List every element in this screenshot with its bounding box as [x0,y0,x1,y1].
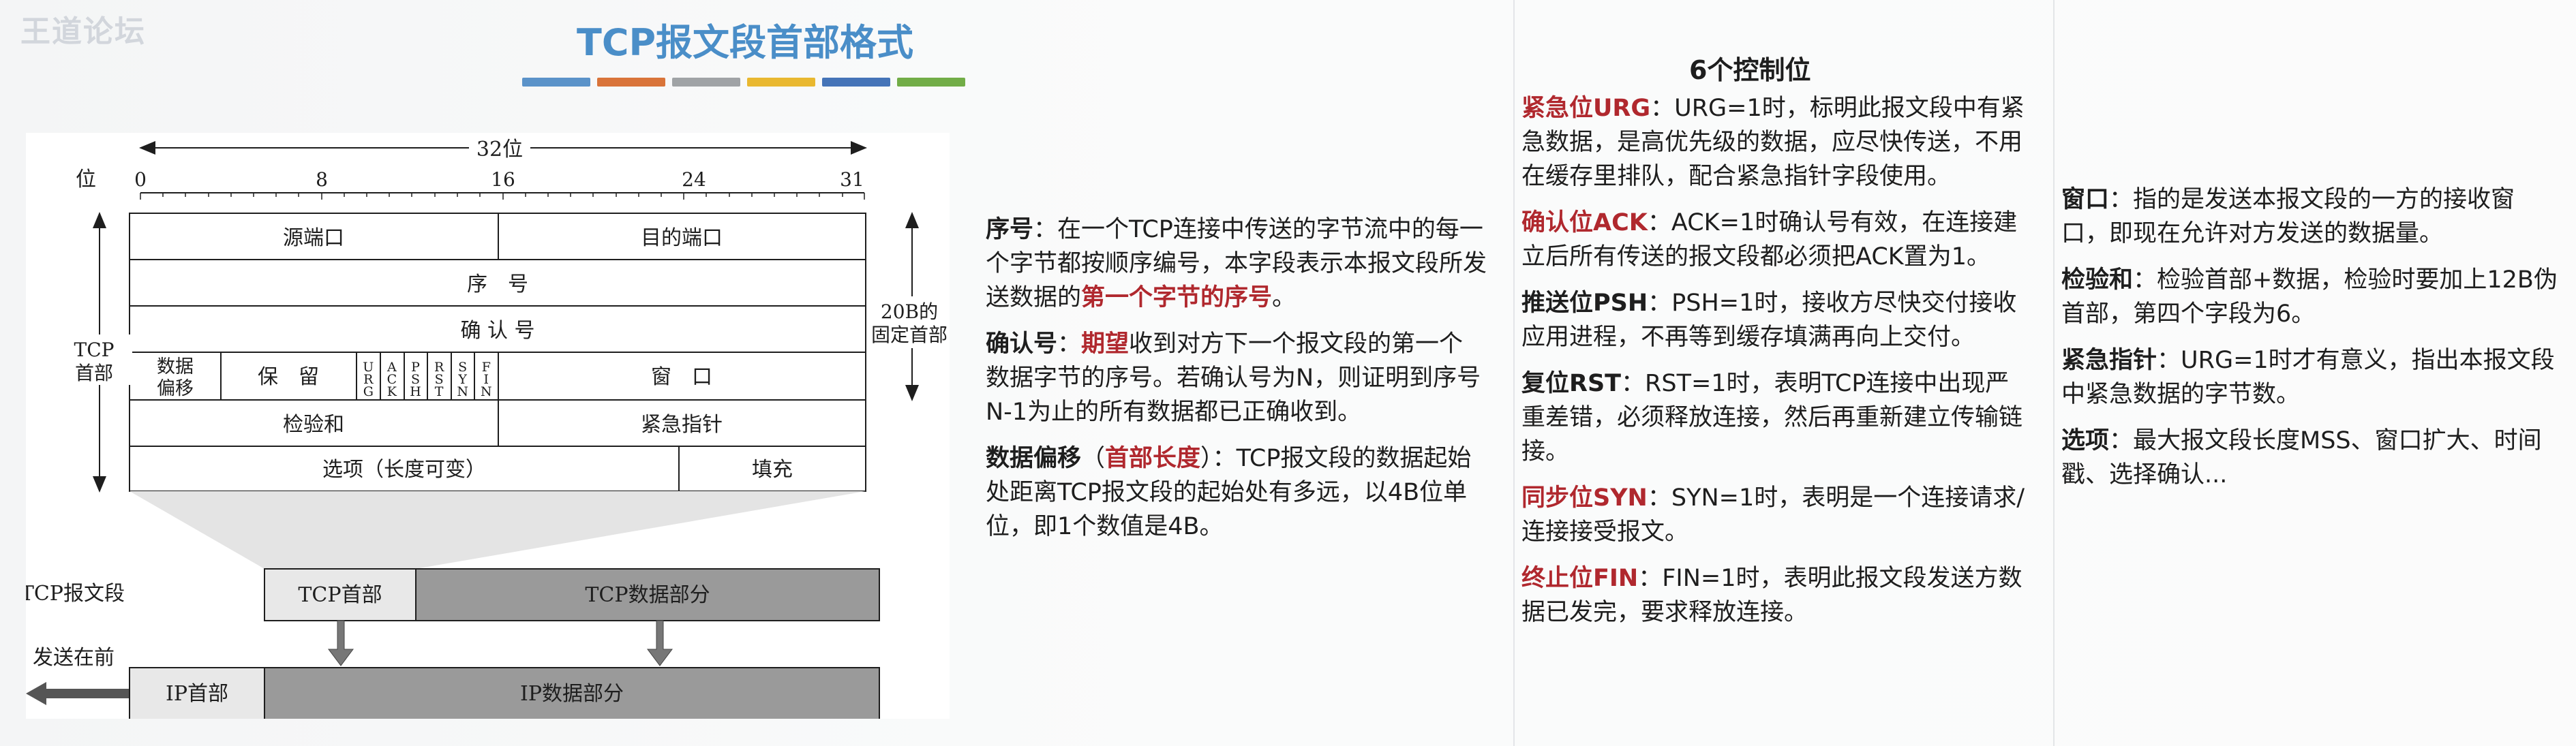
seq-paragraph: 序号：在一个TCP连接中传送的字节流中的每一个字节都按顺序编号，本字段表示本报文… [986,213,1487,315]
ip-data: IP数据部分 [520,682,624,706]
title-bar-1 [522,78,590,87]
bits-label: 32位 [476,138,523,161]
urgptr-paragraph: 紧急指针：URG=1时才有意义，指出本报文段中紧急数据的字节数。 [2061,343,2562,411]
control-bits-heading: 6个控制位 [1689,55,1811,85]
fin-paragraph: 终止位FIN：FIN=1时，表明此报文段发送方数据已发完，要求释放连接。 [1521,561,2026,630]
title-bar-6 [897,78,965,87]
flag-psh: PSH [410,360,421,399]
seq-text-b: 。 [1272,284,1297,311]
watermark: 王道论坛 [20,14,146,49]
diagram-svg: 32位 位 0 8 16 24 31 源端口 目的端口 序 号 确 认 号 数据… [26,136,948,719]
seq-ack-offset-column: 序号：在一个TCP连接中传送的字节流中的每一个字节都按顺序编号，本字段表示本报文… [986,213,1487,556]
offset-paragraph: 数据偏移（首部长度）：TCP报文段的数据起始处距离TCP报文段的起始处有多远，以… [986,441,1487,544]
title-bar-5 [822,78,890,87]
send-first-label: 发送在前 [33,646,115,670]
segment-label: TCP报文段 [26,582,125,606]
ack-highlight: 期望 [1081,330,1130,358]
field-data-offset-1: 数据 [157,356,194,377]
tcp-header-diagram: 32位 位 0 8 16 24 31 源端口 目的端口 序 号 确 认 号 数据… [26,133,950,719]
flag-urg: URG [363,360,374,399]
field-window: 窗 口 [651,365,712,389]
checksum-text: ：检验首部+数据，检验时要加上12B伪首部，第四个字段为6。 [2061,266,2558,328]
seq-highlight: 第一个字节的序号 [1081,284,1273,311]
page-title: TCP报文段首部格式 [577,21,914,64]
offset-term: 数据偏移 [986,445,1082,472]
urg-term: 紧急位URG [1521,95,1651,122]
bit-tick-24: 24 [682,168,706,191]
title-bar-4 [747,78,815,87]
checksum-paragraph: 检验和：检验首部+数据，检验时要加上12B伪首部，第四个字段为6。 [2061,263,2562,331]
fixed-header-2: 固定首部 [871,324,948,346]
offset-highlight: 首部长度 [1105,445,1201,472]
bit-tick-31: 31 [840,168,864,191]
offset-paren-open: （ [1081,445,1106,472]
ack-text-a: ： [1057,330,1082,358]
field-dst-port: 目的端口 [641,226,723,250]
ack-flag-term: 确认位ACK [1521,209,1648,236]
field-src-port: 源端口 [283,226,344,250]
ip-header: IP首部 [166,682,228,706]
divider-2 [2053,0,2055,746]
window-paragraph: 窗口：指的是发送本报文段的一方的接收窗口，即现在允许对方发送的数据量。 [2061,183,2562,251]
syn-paragraph: 同步位SYN：SYN=1时，表明是一个连接请求/连接接受报文。 [1521,481,2026,549]
field-padding: 填充 [752,458,793,482]
segment-data: TCP数据部分 [585,583,710,607]
window-text: ：指的是发送本报文段的一方的接收窗口，即现在允许对方发送的数据量。 [2061,186,2515,247]
bit-tick-0: 0 [134,168,147,191]
divider-1 [1513,0,1515,746]
window-term: 窗口 [2061,186,2110,213]
field-checksum: 检验和 [283,413,344,437]
field-reserved: 保 留 [258,365,319,389]
rst-term: 复位RST [1521,370,1622,397]
field-data-offset-2: 偏移 [157,378,194,399]
psh-paragraph: 推送位PSH：PSH=1时，接收方尽快交付接收应用进程，不再等到缓存填满再向上交… [1521,286,2026,354]
psh-term: 推送位PSH [1521,290,1648,317]
field-urgent-pointer: 紧急指针 [641,413,723,437]
flag-ack: ACK [387,360,397,399]
field-options: 选项（长度可变） [322,458,486,482]
ack-paragraph: 确认号：期望收到对方下一个报文段的第一个数据字节的序号。若确认号为N，则证明到序… [986,327,1487,429]
flag-rst: RST [434,360,444,399]
ack-term: 确认号 [986,330,1058,358]
bit-axis-label: 位 [76,168,96,191]
segment-header: TCP首部 [298,583,382,607]
tcp-header-label-2: 首部 [75,362,113,384]
syn-term: 同步位SYN [1521,484,1648,512]
bit-tick-8: 8 [316,168,328,191]
rst-paragraph: 复位RST：RST=1时，表明TCP连接中出现严重差错，必须释放连接，然后再重新… [1521,367,2026,469]
fin-term: 终止位FIN [1521,565,1639,592]
ack-flag-paragraph: 确认位ACK：ACK=1时确认号有效，在连接建立后所有传送的报文段都必须把ACK… [1521,206,2026,274]
checksum-term: 检验和 [2061,266,2134,294]
options-term: 选项 [2061,427,2110,454]
control-bits-column: 紧急位URG：URG=1时，标明此报文段中有紧急数据，是高优先级的数据，应尽快传… [1521,91,2026,642]
bit-tick-16: 16 [491,168,515,191]
options-text: ：最大报文段长度MSS、窗口扩大、时间戳、选择确认... [2061,427,2542,488]
tcp-header-label-1: TCP [74,339,115,361]
fixed-header-1: 20B的 [881,300,938,323]
field-ack: 确 认 号 [460,319,534,343]
options-paragraph: 选项：最大报文段长度MSS、窗口扩大、时间戳、选择确认... [2061,424,2562,492]
seq-term: 序号 [986,216,1034,243]
field-seq: 序 号 [467,273,528,296]
window-checksum-column: 窗口：指的是发送本报文段的一方的接收窗口，即现在允许对方发送的数据量。 检验和：… [2061,183,2562,504]
offset-paren-close: ） [1200,445,1213,472]
urgptr-term: 紧急指针 [2061,347,2157,374]
title-bar-2 [597,78,665,87]
title-bar-3 [672,78,740,87]
urg-paragraph: 紧急位URG：URG=1时，标明此报文段中有紧急数据，是高优先级的数据，应尽快传… [1521,91,2026,193]
flag-fin: FIN [481,360,492,399]
flag-syn: SYN [457,360,468,399]
